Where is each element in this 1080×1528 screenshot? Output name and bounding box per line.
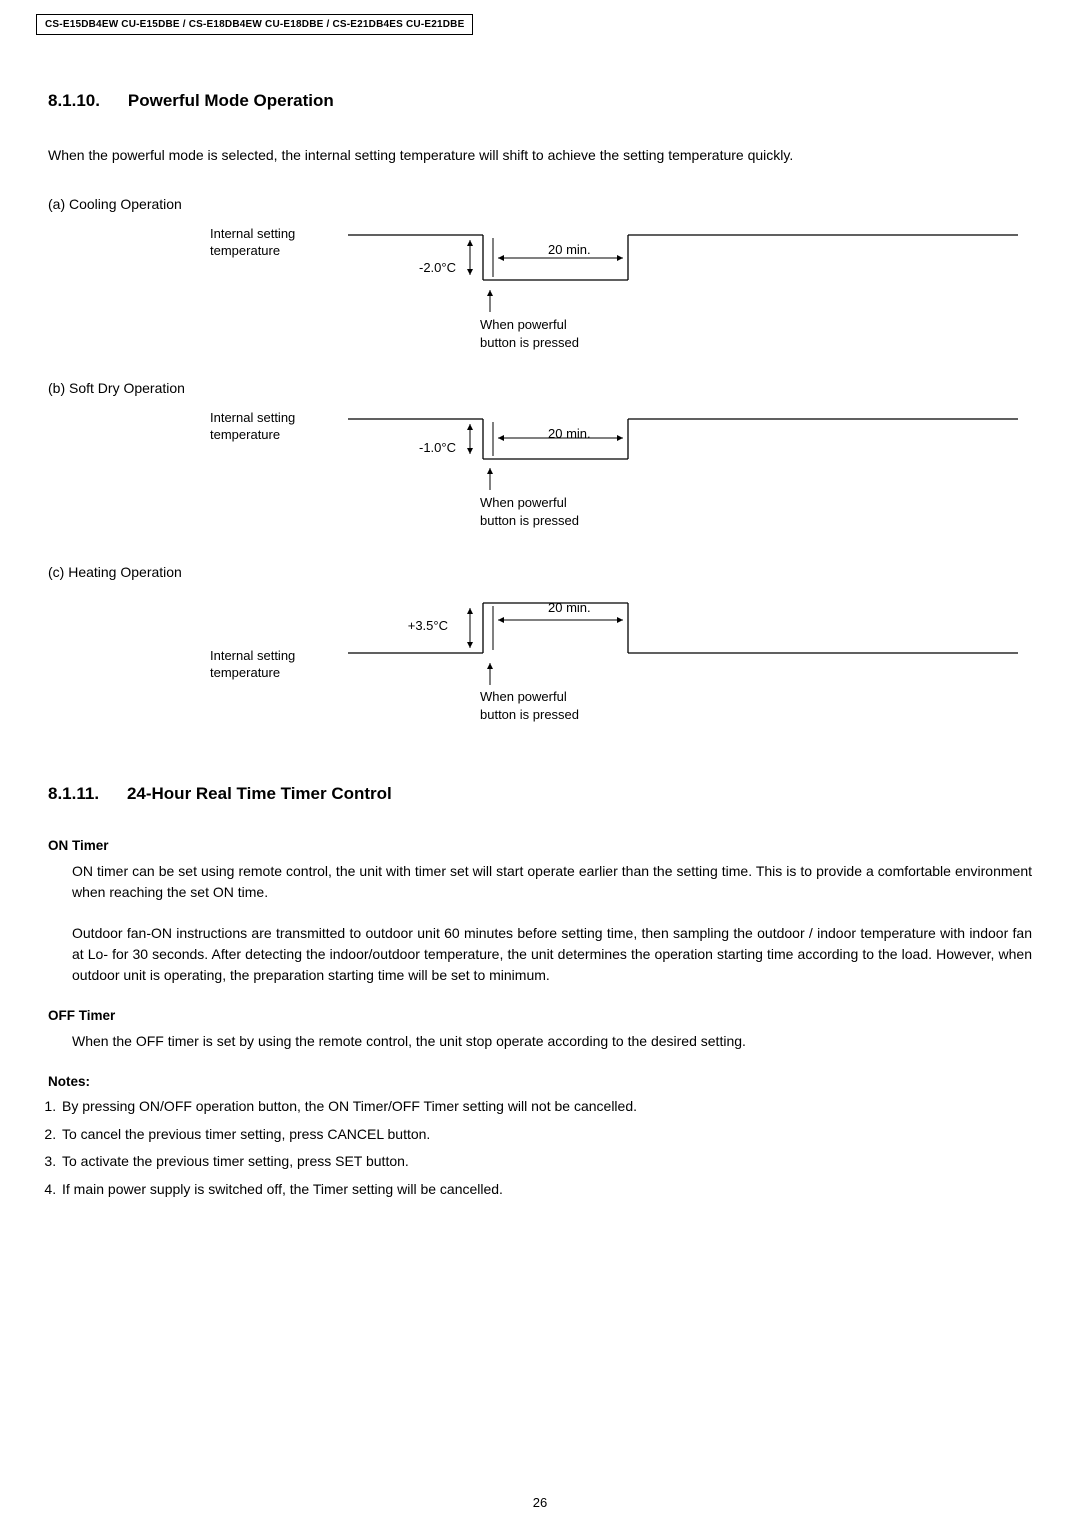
section-intro: When the powerful mode is selected, the …: [48, 145, 1032, 166]
sub-label-b: (b) Soft Dry Operation: [48, 380, 1032, 396]
notes-header: Notes:: [48, 1074, 1032, 1089]
section-name: 24-Hour Real Time Timer Control: [127, 784, 392, 803]
note-item: To activate the previous timer setting, …: [60, 1152, 1032, 1172]
trigger-label: When powerful button is pressed: [480, 494, 579, 529]
section-8-1-11-title: 8.1.11. 24-Hour Real Time Timer Control: [48, 784, 1032, 804]
diagram-softdry: Internal setting temperature -1.0°C 20 m…: [48, 404, 1032, 554]
on-timer-p1: ON timer can be set using remote control…: [72, 861, 1032, 903]
off-timer-p1: When the OFF timer is set by using the r…: [72, 1031, 1032, 1052]
note-item: By pressing ON/OFF operation button, the…: [60, 1097, 1032, 1117]
section-number: 8.1.10.: [48, 91, 100, 111]
on-timer-header: ON Timer: [48, 838, 1032, 853]
trigger-label: When powerful button is pressed: [480, 688, 579, 723]
sub-label-c: (c) Heating Operation: [48, 564, 1032, 580]
ist-label: Internal setting temperature: [210, 648, 295, 682]
notes-list: By pressing ON/OFF operation button, the…: [60, 1097, 1032, 1199]
section-number: 8.1.11.: [48, 784, 99, 804]
ist-label: Internal setting temperature: [210, 226, 295, 260]
diagram-heating: Internal setting temperature +3.5°C 20 m…: [48, 588, 1032, 748]
diagram-svg: [348, 404, 1018, 497]
diagram-svg: [348, 588, 1018, 691]
trigger-label: When powerful button is pressed: [480, 316, 579, 351]
page-number: 26: [0, 1495, 1080, 1510]
model-header: CS-E15DB4EW CU-E15DBE / CS-E18DB4EW CU-E…: [36, 14, 473, 35]
sub-label-a: (a) Cooling Operation: [48, 196, 1032, 212]
section-name: Powerful Mode Operation: [128, 91, 334, 110]
off-timer-header: OFF Timer: [48, 1008, 1032, 1023]
diagram-cooling: Internal setting temperature -2.0°C 20 m…: [48, 220, 1032, 370]
note-item: If main power supply is switched off, th…: [60, 1180, 1032, 1200]
ist-label: Internal setting temperature: [210, 410, 295, 444]
section-8-1-10-title: 8.1.10. Powerful Mode Operation: [48, 91, 1032, 111]
diagram-svg: [348, 220, 1018, 318]
note-item: To cancel the previous timer setting, pr…: [60, 1125, 1032, 1145]
on-timer-p2: Outdoor fan-ON instructions are transmit…: [72, 923, 1032, 986]
